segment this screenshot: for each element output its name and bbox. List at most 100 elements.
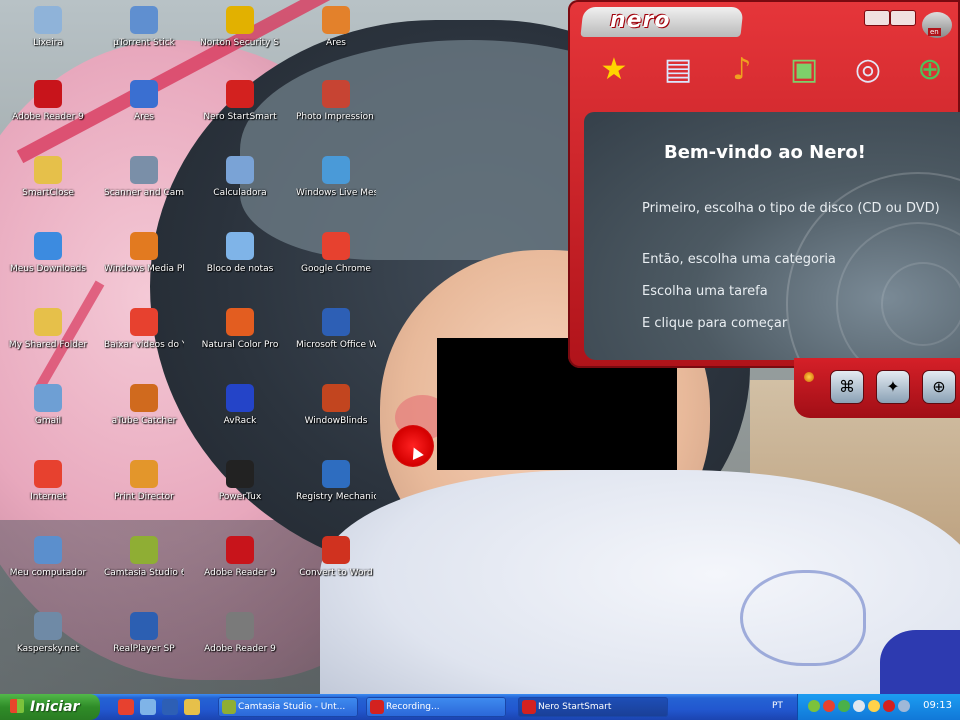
update-tray-icon[interactable]	[868, 700, 880, 712]
folder-quicklaunch-icon[interactable]	[184, 699, 200, 715]
music-note-icon[interactable]: ♪	[722, 50, 762, 90]
taskbar-button-label: Camtasia Studio - Unt...	[238, 702, 346, 712]
network-icon	[34, 612, 62, 640]
desktop-icon-label: aTube Catcher	[111, 416, 177, 426]
minimize-button[interactable]	[864, 10, 890, 26]
desktop-icon[interactable]: Google Chrome	[296, 226, 376, 296]
desktop-icon[interactable]: aTube Catcher	[104, 378, 184, 448]
taskbar-button[interactable]: Camtasia Studio - Unt...	[218, 697, 358, 717]
copy-discs-icon[interactable]: ◎	[848, 50, 888, 90]
nero-logo: nero	[610, 8, 671, 33]
desktop-icon[interactable]: AvRack	[200, 378, 280, 448]
help-icon[interactable]: ⊕	[922, 370, 956, 404]
windowblinds-icon	[322, 384, 350, 412]
chrome-icon	[130, 308, 158, 336]
desktop-icon-label: PowerTux	[218, 492, 262, 502]
network-tray-icon[interactable]	[808, 700, 820, 712]
show-desktop-icon[interactable]	[140, 699, 156, 715]
desktop-icon[interactable]: Gmail	[8, 378, 88, 448]
desktop-icon-label: Google Chrome	[301, 264, 371, 274]
ares-icon	[130, 80, 158, 108]
desktop-icon[interactable]: Adobe Reader 9	[200, 606, 280, 676]
desktop-icon-label: Bloco de notas	[206, 264, 274, 274]
desktop-icon[interactable]: Internet	[8, 454, 88, 524]
taskbar-button-label: Recording...	[386, 702, 440, 712]
desktop-icon-label: Internet	[30, 492, 66, 502]
volume-tray-icon[interactable]	[853, 700, 865, 712]
desktop-icon[interactable]: Calculadora	[200, 150, 280, 220]
desktop-icon[interactable]: Windows Live Messenger	[296, 150, 376, 220]
desktop-icon[interactable]: Meus Downloads	[8, 226, 88, 296]
desktop-icon[interactable]: µTorrent Stick	[104, 0, 184, 70]
desktop-icon[interactable]: Adobe Reader 9	[8, 74, 88, 144]
taskbar-button-label: Nero StartSmart	[538, 702, 612, 712]
taskbar: Iniciar Camtasia Studio - Unt... Recordin…	[0, 694, 960, 720]
antivirus-tray-icon[interactable]	[883, 700, 895, 712]
desktop-icon[interactable]: Bloco de notas	[200, 226, 280, 296]
desktop-icon[interactable]: Nero StartSmart	[200, 74, 280, 144]
desktop-icon[interactable]: SmartClose	[8, 150, 88, 220]
desktop-icon[interactable]: Ares	[296, 0, 376, 70]
chrome-quicklaunch-icon[interactable]	[118, 699, 134, 715]
messenger-tray-icon[interactable]	[838, 700, 850, 712]
add-extras-icon[interactable]: ⊕	[910, 50, 950, 90]
camtasia-icon	[130, 536, 158, 564]
desktop-icon[interactable]: Meu computador	[8, 530, 88, 600]
desktop-icon[interactable]: Registry Mechanic	[296, 454, 376, 524]
desktop-icon-label: WindowBlinds	[304, 416, 368, 426]
registry-icon	[322, 460, 350, 488]
desktop-icon[interactable]: Baixar vídeos do YouTube	[104, 302, 184, 372]
desktop-icon[interactable]: My Shared Folder	[8, 302, 88, 372]
desktop-icon[interactable]: Photo Impression 6	[296, 74, 376, 144]
desktop-icon[interactable]: Lixeira	[8, 0, 88, 70]
calculator-icon	[226, 156, 254, 184]
data-document-icon[interactable]: ▤	[658, 50, 698, 90]
usb-tray-icon[interactable]	[898, 700, 910, 712]
desktop-icon[interactable]: Norton Security Scan	[200, 0, 280, 70]
desktop-icon[interactable]: Scanner and Camera Wizard	[104, 150, 184, 220]
desktop-icon[interactable]: Ares	[104, 74, 184, 144]
nero-startsmart-window: nero en ★ ▤ ♪ ▣ ◎ ⊕ Bem-vindo ao Nero! Primei…	[568, 0, 960, 418]
taskbar-button[interactable]: Recording...	[366, 697, 506, 717]
desktop-icon[interactable]: WindowBlinds	[296, 378, 376, 448]
language-indicator[interactable]: PT	[772, 701, 783, 711]
security-tray-icon[interactable]	[823, 700, 835, 712]
folder-icon	[34, 156, 62, 184]
messenger-icon	[322, 156, 350, 184]
close-button[interactable]	[890, 10, 916, 26]
desktop-icon[interactable]: RealPlayer SP	[104, 606, 184, 676]
desktop-icon[interactable]: PowerTux	[200, 454, 280, 524]
nero-bottom-bar: ⌘ ✦ ⊕	[794, 358, 960, 418]
internet-icon	[34, 460, 62, 488]
start-button[interactable]: Iniciar	[0, 694, 100, 720]
media-quicklaunch-icon[interactable]	[162, 699, 178, 715]
photo-video-icon[interactable]: ▣	[784, 50, 824, 90]
language-badge: en	[928, 28, 941, 36]
notepad-icon	[226, 232, 254, 260]
tools-icon[interactable]: ✦	[876, 370, 910, 404]
desktop-icon[interactable]: Adobe Reader 9	[200, 530, 280, 600]
desktop-icon[interactable]: Camtasia Studio 6	[104, 530, 184, 600]
desktop-icon-label: Meus Downloads	[10, 264, 86, 274]
folder-icon	[34, 308, 62, 336]
applications-icon[interactable]: ⌘	[830, 370, 864, 404]
desktop-icon[interactable]: Convert to Word	[296, 530, 376, 600]
language-globe-icon[interactable]: en	[922, 12, 952, 38]
desktop-icon[interactable]: Kaspersky.net	[8, 606, 88, 676]
chrome-icon	[322, 232, 350, 260]
taskbar-button[interactable]: Nero StartSmart	[518, 697, 668, 717]
desktop-icon-label: Meu computador	[9, 568, 87, 578]
desktop-icon[interactable]: Natural Color Pro	[200, 302, 280, 372]
desktop-icon-label: Lixeira	[33, 38, 63, 48]
desktop-icon[interactable]: Microsoft Office Word 2007	[296, 302, 376, 372]
program-icon	[130, 6, 158, 34]
desktop-icon[interactable]: Print Director	[104, 454, 184, 524]
camtasia-icon	[222, 700, 236, 714]
click-highlight	[392, 425, 434, 467]
desktop-icon[interactable]: Windows Media Player	[104, 226, 184, 296]
desktop-icon-label: Registry Mechanic	[296, 492, 376, 502]
favorites-star-icon[interactable]: ★	[594, 50, 634, 90]
avrack-icon	[226, 384, 254, 412]
desktop-icon-label: Adobe Reader 9	[12, 112, 84, 122]
word-icon	[322, 308, 350, 336]
